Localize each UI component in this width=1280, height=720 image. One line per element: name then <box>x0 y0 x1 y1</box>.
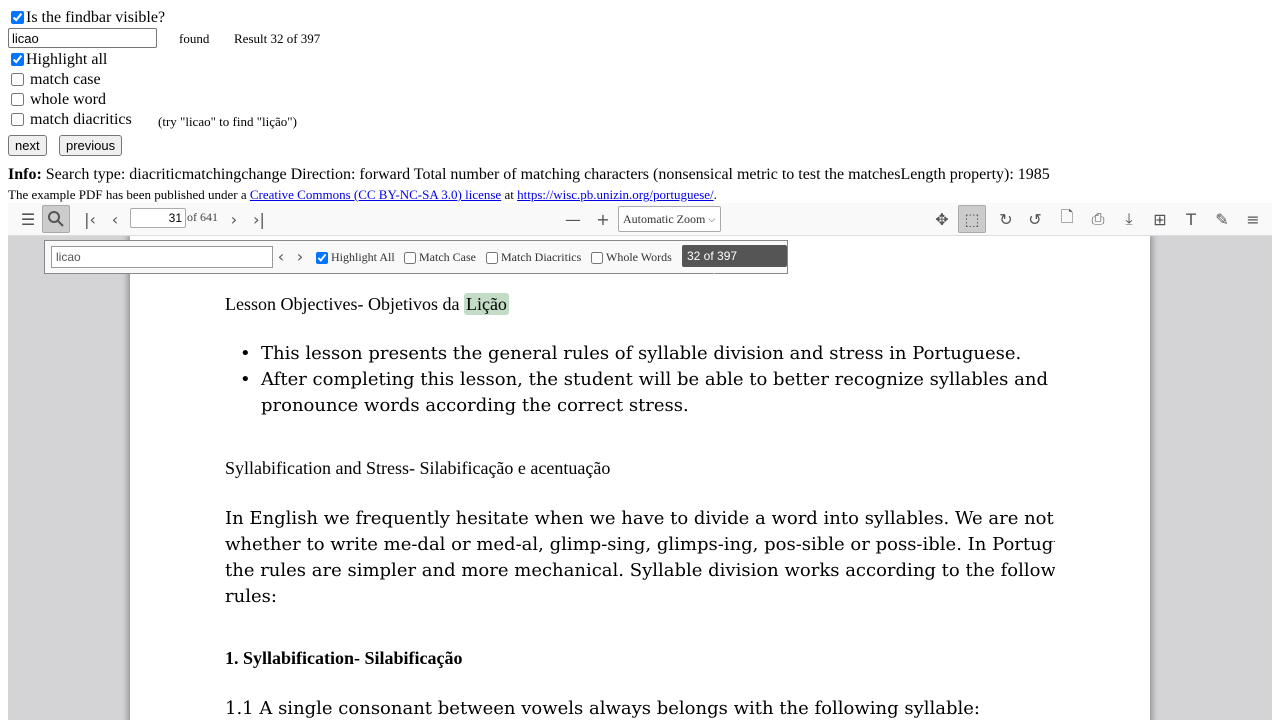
diacritics-hint: (try "licao" to find "lição") <box>158 114 297 129</box>
bullet-dot-2: • <box>240 369 251 390</box>
bullet-item-2-line-1: After completing this lesson, the studen… <box>261 369 1048 390</box>
search-icon[interactable] <box>42 205 70 233</box>
find-highlight-all-label: Highlight All <box>331 250 395 264</box>
find-next-icon[interactable]: › <box>290 243 310 269</box>
find-match-diacritics-label: Match Diacritics <box>501 250 582 264</box>
download-icon[interactable]: ⤓ <box>1115 205 1143 233</box>
zoom-in-icon[interactable]: + <box>589 205 617 233</box>
whole-word-checkbox[interactable] <box>11 93 24 106</box>
rule-1-1: 1.1 A single consonant between vowels al… <box>225 698 980 719</box>
page-count: of 641 <box>187 210 218 224</box>
heading-syllabification: 1. Syllabification- Silabificação <box>225 648 463 668</box>
rotate-counterclockwise-icon[interactable]: ↺ <box>1021 205 1049 233</box>
find-highlight-all[interactable]: Highlight All <box>316 250 395 265</box>
match-diacritics-row: match diacritics <box>8 111 132 129</box>
findbar-visible-checkbox[interactable] <box>11 11 24 24</box>
license-link[interactable]: Creative Commons (CC BY-NC-SA 3.0) licen… <box>250 187 501 202</box>
bullet-dot-1: • <box>240 343 251 364</box>
bullet-item-2-line-2: pronounce words according the correct st… <box>261 395 689 416</box>
hand-tool-icon[interactable]: ✥ <box>928 205 956 233</box>
find-input[interactable] <box>51 246 273 268</box>
text-tool-icon[interactable]: T <box>1177 205 1205 233</box>
zoom-select[interactable]: Automatic Zoom ⌵ <box>618 206 721 232</box>
find-whole-words[interactable]: Whole Words <box>591 250 672 265</box>
find-highlight-all-checkbox[interactable] <box>316 251 328 264</box>
find-match-case-label: Match Case <box>419 250 476 264</box>
find-match-case-checkbox[interactable] <box>404 251 416 264</box>
result-status: Result 32 of 397 <box>234 31 321 46</box>
match-case-row: match case <box>8 71 101 89</box>
info-text: Search type: diacriticmatchingchange Dir… <box>41 166 1050 183</box>
viewer-toolbar: ☰ |‹ ‹ of 641 › ›| — + Automatic Zoom⌵ ✥… <box>8 203 1272 236</box>
source-link[interactable]: https://wisc.pb.unizin.org/portuguese/ <box>517 187 714 202</box>
bullet-item-1: This lesson presents the general rules o… <box>261 343 1022 364</box>
select-tool-icon[interactable]: ⬚ <box>958 205 986 233</box>
match-case-label: match case <box>30 71 101 88</box>
previous-page-icon[interactable]: ‹ <box>101 205 129 233</box>
paragraph-line-3: the rules are simpler and more mechanica… <box>225 560 1055 581</box>
find-match-case[interactable]: Match Case <box>404 250 476 265</box>
objectives-heading: Lesson Objectives- Objetivos da Lição <box>225 293 509 315</box>
first-page-icon[interactable]: |‹ <box>76 205 104 233</box>
findbar-visible-row: Is the findbar visible? <box>8 9 165 27</box>
next-button[interactable]: next <box>8 135 47 156</box>
highlight-all-row: Highlight all <box>8 51 107 69</box>
found-status: found <box>179 31 210 46</box>
match-diacritics-label: match diacritics <box>30 111 132 128</box>
whole-word-row: whole word <box>8 91 106 109</box>
find-match-diacritics-checkbox[interactable] <box>486 251 498 264</box>
objectives-prefix: Lesson Objectives- Objetivos da <box>225 294 464 314</box>
search-match-highlight: Lição <box>463 293 509 315</box>
match-diacritics-checkbox[interactable] <box>11 113 24 126</box>
last-page-icon[interactable]: ›| <box>245 205 273 233</box>
rotate-clockwise-icon[interactable]: ↻ <box>992 205 1020 233</box>
info-line: Info: Search type: diacriticmatchingchan… <box>8 166 1050 184</box>
info-label: Info: <box>8 166 42 183</box>
print-icon[interactable]: ⎙ <box>1084 205 1112 233</box>
license-suffix: . <box>713 187 717 202</box>
paragraph-line-2: whether to write me-dal or med-al, glimp… <box>225 534 1055 555</box>
paragraph-line-4: rules: <box>225 586 277 607</box>
sidebar-toggle-icon[interactable]: ☰ <box>14 205 42 233</box>
chevron-down-icon: ⌵ <box>708 213 716 224</box>
next-page-icon[interactable]: › <box>220 205 248 233</box>
match-case-checkbox[interactable] <box>11 73 24 86</box>
license-prefix: The example PDF has been published under… <box>8 187 250 202</box>
highlight-all-label: Highlight all <box>26 51 108 68</box>
find-whole-words-label: Whole Words <box>606 250 672 264</box>
find-previous-icon[interactable]: ‹ <box>271 243 291 269</box>
draw-tool-icon[interactable]: ✎ <box>1208 205 1236 233</box>
search-input[interactable] <box>8 28 157 48</box>
highlight-all-checkbox[interactable] <box>11 53 24 66</box>
find-results-count: 32 of 397 matches <box>682 245 787 285</box>
find-match-diacritics[interactable]: Match Diacritics <box>486 250 581 265</box>
license-line: The example PDF has been published under… <box>8 187 717 203</box>
paragraph-line-1: In English we frequently hesitate when w… <box>225 508 1055 529</box>
add-image-icon[interactable]: ⊞ <box>1146 205 1174 233</box>
findbar: ‹ › Highlight All Match Case Match Diacr… <box>44 240 788 285</box>
page-number-input[interactable] <box>130 208 186 228</box>
zoom-out-icon[interactable]: — <box>559 205 587 233</box>
open-file-icon[interactable]: 🗋 <box>1053 205 1081 233</box>
pdf-viewer: Lesson Objectives- Objetivos da Lição • … <box>8 203 1272 720</box>
pdf-page: Lesson Objectives- Objetivos da Lição • … <box>130 236 1150 720</box>
zoom-value: Automatic Zoom <box>623 211 706 226</box>
whole-word-label: whole word <box>30 91 106 108</box>
previous-button[interactable]: previous <box>59 135 123 156</box>
find-whole-words-checkbox[interactable] <box>591 251 603 264</box>
findbar-visible-label: Is the findbar visible? <box>26 9 166 26</box>
menu-icon[interactable]: ≡ <box>1239 205 1267 233</box>
license-middle: at <box>501 187 518 202</box>
section-title: Syllabification and Stress- Silabificaçã… <box>225 458 611 478</box>
